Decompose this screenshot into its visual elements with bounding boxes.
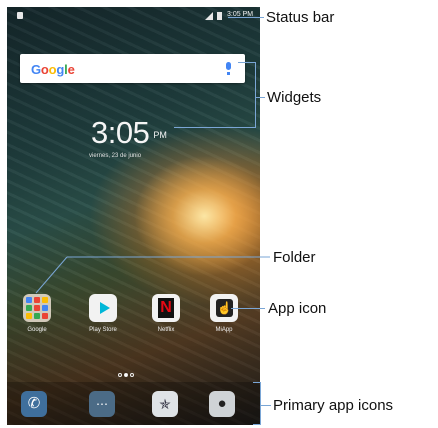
callout-line <box>260 382 261 425</box>
callout-leaders <box>35 256 270 294</box>
callout-line <box>253 424 261 425</box>
callout-leader-folder <box>35 256 68 294</box>
callout-primary-app-icons: Primary app icons <box>273 397 394 414</box>
callout-app-icon: App icon <box>268 300 327 317</box>
callout-folder: Folder <box>273 249 316 266</box>
callout-line <box>261 405 271 406</box>
callout-line <box>231 308 265 309</box>
callout-line <box>253 382 261 383</box>
